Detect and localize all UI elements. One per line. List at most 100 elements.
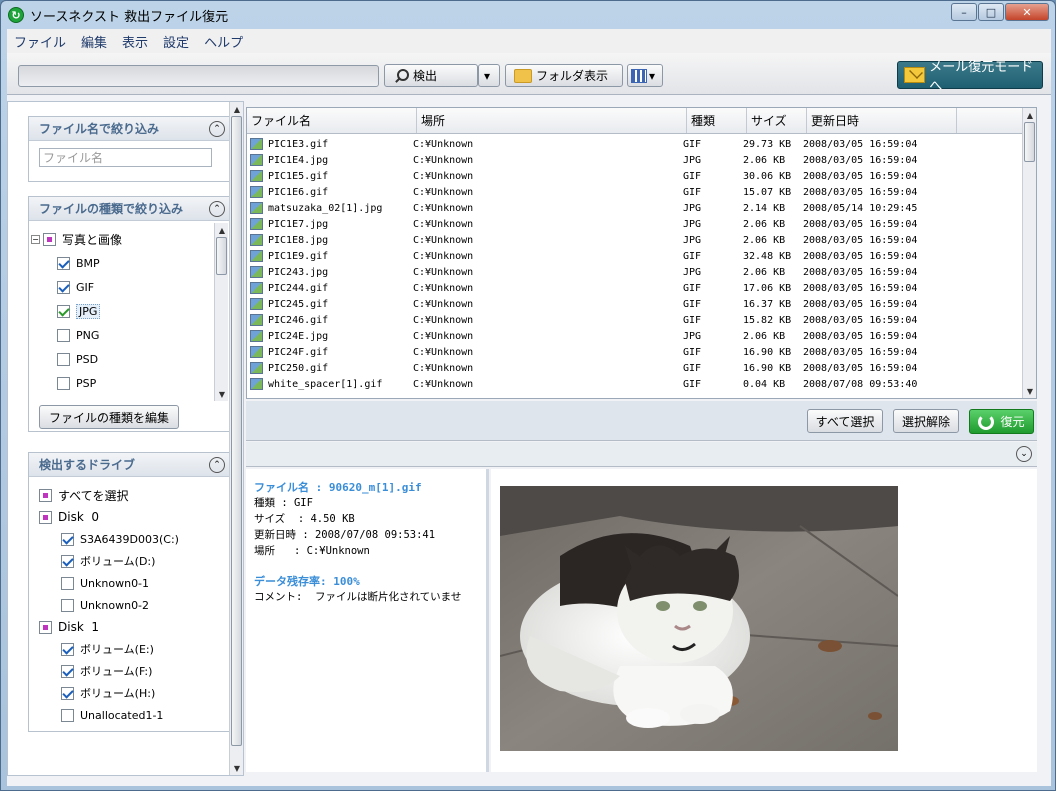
left-panel-scrollbar[interactable]: ▲ ▼ bbox=[229, 102, 243, 775]
table-row[interactable]: PIC246.gif C:¥Unknown GIF 15.82 KB 2008/03/0… bbox=[247, 312, 1023, 328]
file-list-scrollbar[interactable]: ▲ ▼ bbox=[1022, 108, 1036, 398]
menu-help[interactable]: ヘルプ bbox=[204, 32, 243, 51]
table-row[interactable]: PIC1E4.jpg C:¥Unknown JPG 2.06 KB 2008/03/05… bbox=[247, 152, 1023, 168]
psd-checkbox[interactable] bbox=[57, 352, 70, 366]
type-item-jpg[interactable]: JPG bbox=[57, 301, 101, 321]
drive-item-h[interactable]: ボリューム(H:) bbox=[61, 683, 155, 703]
psp-checkbox[interactable] bbox=[57, 376, 70, 390]
select-all-button[interactable]: すべて選択 bbox=[807, 409, 883, 433]
drive-item-f[interactable]: ボリューム(F:) bbox=[61, 661, 152, 681]
table-row[interactable]: matsuzaka_02[1].jpg C:¥Unknown JPG 2.14 KB 2… bbox=[247, 200, 1023, 216]
close-button[interactable]: ✕ bbox=[1005, 3, 1049, 21]
type-item-psp[interactable]: PSP bbox=[57, 373, 96, 393]
drive-c-checkbox[interactable] bbox=[61, 532, 74, 546]
scroll-down-icon[interactable]: ▼ bbox=[1023, 384, 1037, 398]
minimize-button[interactable]: – bbox=[951, 3, 977, 21]
menu-view[interactable]: 表示 bbox=[122, 32, 148, 51]
type-group-photos[interactable]: − 写真と画像 bbox=[31, 229, 122, 249]
drive-unallocated-checkbox[interactable] bbox=[61, 708, 74, 722]
table-row[interactable]: PIC24F.gif C:¥Unknown GIF 16.90 KB 2008/03/0… bbox=[247, 344, 1023, 360]
search-input[interactable] bbox=[18, 65, 379, 87]
drive-item-unknown0-2[interactable]: Unknown0-2 bbox=[61, 595, 149, 615]
maximize-button[interactable]: □ bbox=[978, 3, 1004, 21]
drive-unknown0-1-checkbox[interactable] bbox=[61, 576, 74, 590]
table-row[interactable]: PIC243.jpg C:¥Unknown JPG 2.06 KB 2008/03/05… bbox=[247, 264, 1023, 280]
table-row[interactable]: PIC1E5.gif C:¥Unknown GIF 30.06 KB 2008/03/0… bbox=[247, 168, 1023, 184]
table-row[interactable]: PIC24E.jpg C:¥Unknown JPG 2.06 KB 2008/03/05… bbox=[247, 328, 1023, 344]
table-row[interactable]: PIC245.gif C:¥Unknown GIF 16.37 KB 2008/03/0… bbox=[247, 296, 1023, 312]
drive-item-c[interactable]: S3A6439D003(C:) bbox=[61, 529, 179, 549]
collapse-up-icon[interactable]: ⌃ bbox=[209, 201, 225, 217]
table-row[interactable]: PIC250.gif C:¥Unknown GIF 16.90 KB 2008/03/0… bbox=[247, 360, 1023, 376]
partial-check-icon[interactable] bbox=[39, 510, 52, 524]
drive-h-checkbox[interactable] bbox=[61, 686, 74, 700]
drive-item-e[interactable]: ボリューム(E:) bbox=[61, 639, 154, 659]
scroll-thumb[interactable] bbox=[216, 237, 227, 275]
scroll-up-icon[interactable]: ▲ bbox=[230, 102, 244, 116]
drive-item-unknown0-1[interactable]: Unknown0-1 bbox=[61, 573, 149, 593]
col-header-location[interactable]: 場所 bbox=[417, 108, 687, 133]
scroll-down-icon[interactable]: ▼ bbox=[215, 387, 229, 401]
menu-file[interactable]: ファイル bbox=[14, 32, 66, 51]
scroll-thumb[interactable] bbox=[231, 116, 242, 746]
table-row[interactable]: PIC1E8.jpg C:¥Unknown JPG 2.06 KB 2008/03/05… bbox=[247, 232, 1023, 248]
type-item-gif[interactable]: GIF bbox=[57, 277, 94, 297]
cell-location: C:¥Unknown bbox=[413, 282, 474, 294]
partial-check-icon[interactable] bbox=[43, 232, 56, 246]
disk-0[interactable]: Disk 0 bbox=[39, 507, 99, 527]
partial-check-icon[interactable] bbox=[39, 620, 52, 634]
filename-filter-input[interactable]: ファイル名 bbox=[39, 148, 212, 167]
drive-select-all[interactable]: すべてを選択 bbox=[39, 485, 128, 505]
drive-label: ボリューム(F:) bbox=[80, 665, 153, 678]
col-header-filename[interactable]: ファイル名 bbox=[247, 108, 417, 133]
png-checkbox[interactable] bbox=[57, 328, 70, 342]
folder-view-button[interactable]: フォルダ表示 bbox=[505, 64, 623, 87]
disk-1[interactable]: Disk 1 bbox=[39, 617, 99, 637]
detail-spacer bbox=[254, 559, 478, 573]
tree-collapse-icon[interactable]: − bbox=[31, 234, 40, 244]
type-item-png[interactable]: PNG bbox=[57, 325, 99, 345]
cell-type: JPG bbox=[683, 330, 702, 342]
menu-edit[interactable]: 編集 bbox=[81, 32, 107, 51]
view-mode-button[interactable]: ▾ bbox=[627, 64, 663, 87]
detect-button[interactable]: 検出 bbox=[384, 64, 478, 87]
col-header-size[interactable]: サイズ bbox=[747, 108, 807, 133]
expand-down-icon[interactable]: ⌄ bbox=[1016, 446, 1032, 462]
scroll-down-icon[interactable]: ▼ bbox=[230, 761, 244, 775]
table-row[interactable]: PIC1E6.gif C:¥Unknown GIF 15.07 KB 2008/03/0… bbox=[247, 184, 1023, 200]
col-header-type[interactable]: 種類 bbox=[687, 108, 747, 133]
gif-checkbox[interactable] bbox=[57, 280, 70, 294]
detect-dropdown-button[interactable]: ▾ bbox=[478, 64, 500, 87]
partial-check-icon[interactable] bbox=[39, 488, 52, 502]
mail-restore-mode-button[interactable]: メール復元モードへ bbox=[897, 60, 1043, 94]
jpg-checkbox[interactable] bbox=[57, 304, 70, 318]
scroll-up-icon[interactable]: ▲ bbox=[1023, 108, 1037, 122]
drive-item-unallocated1-1[interactable]: Unallocated1-1 bbox=[61, 705, 163, 725]
type-list-scrollbar[interactable]: ▲ ▼ bbox=[214, 223, 228, 401]
restore-button[interactable]: 復元 bbox=[969, 409, 1034, 434]
collapse-up-icon[interactable]: ⌃ bbox=[209, 121, 225, 137]
drive-f-checkbox[interactable] bbox=[61, 664, 74, 678]
menu-settings[interactable]: 設定 bbox=[163, 32, 189, 51]
drive-d-checkbox[interactable] bbox=[61, 554, 74, 568]
table-row[interactable]: PIC1E7.jpg C:¥Unknown JPG 2.06 KB 2008/03/05… bbox=[247, 216, 1023, 232]
drive-unknown0-2-checkbox[interactable] bbox=[61, 598, 74, 612]
scroll-thumb[interactable] bbox=[1024, 122, 1035, 162]
table-row[interactable]: white_spacer[1].gif C:¥Unknown GIF 0.04 KB 2… bbox=[247, 376, 1023, 392]
bmp-checkbox[interactable] bbox=[57, 256, 70, 270]
table-row[interactable]: PIC1E9.gif C:¥Unknown GIF 32.48 KB 2008/03/0… bbox=[247, 248, 1023, 264]
drive-item-d[interactable]: ボリューム(D:) bbox=[61, 551, 155, 571]
drive-e-checkbox[interactable] bbox=[61, 642, 74, 656]
collapse-up-icon[interactable]: ⌃ bbox=[209, 457, 225, 473]
edit-file-types-button[interactable]: ファイルの種類を編集 bbox=[39, 405, 179, 429]
cell-type: GIF bbox=[683, 250, 702, 262]
scroll-up-icon[interactable]: ▲ bbox=[215, 223, 229, 237]
type-item-bmp[interactable]: BMP bbox=[57, 253, 100, 273]
cell-modified: 2008/03/05 16:59:04 bbox=[803, 250, 918, 262]
deselect-button[interactable]: 選択解除 bbox=[893, 409, 959, 433]
table-row[interactable]: PIC244.gif C:¥Unknown GIF 17.06 KB 2008/03/0… bbox=[247, 280, 1023, 296]
table-row[interactable]: PIC1E3.gif C:¥Unknown GIF 29.73 KB 2008/03/0… bbox=[247, 136, 1023, 152]
file-list[interactable]: ファイル名 場所 種類 サイズ 更新日時 PIC1E3.gif C:¥Unknow… bbox=[246, 107, 1037, 399]
type-item-psd[interactable]: PSD bbox=[57, 349, 98, 369]
col-header-modified[interactable]: 更新日時 bbox=[807, 108, 957, 133]
